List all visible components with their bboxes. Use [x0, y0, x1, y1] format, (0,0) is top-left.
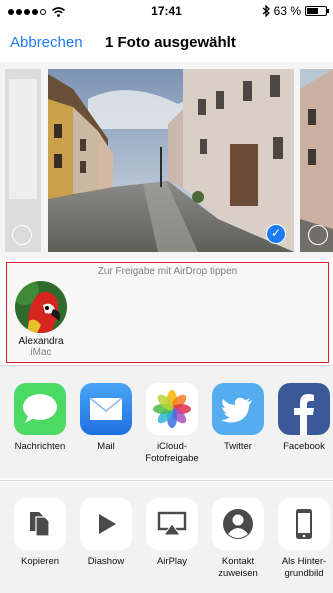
airdrop-hint: Zur Freigabe mit AirDrop tippen	[97, 266, 238, 277]
photo-thumbnail-previous[interactable]	[5, 69, 41, 252]
action-assign-to-contact[interactable]: Kontakt zuweisen	[206, 498, 270, 580]
action-set-as-wallpaper[interactable]: Als Hinter- grundbild	[272, 498, 333, 580]
select-circle[interactable]	[308, 225, 328, 245]
action-slideshow[interactable]: Diashow	[74, 498, 138, 568]
selected-check-icon[interactable]: ✓	[266, 224, 286, 244]
mail-icon	[80, 383, 132, 435]
action-label: Diashow	[87, 556, 125, 567]
contact-icon	[212, 498, 264, 550]
share-app-facebook[interactable]: Facebook	[272, 383, 333, 453]
divider	[0, 480, 333, 481]
photo-strip[interactable]: ✓	[0, 62, 333, 258]
action-label: Als Hinter- grundbild	[281, 556, 327, 579]
street-photo	[48, 69, 294, 252]
airplay-icon	[146, 498, 198, 550]
battery-icon	[305, 6, 329, 16]
messages-icon	[14, 383, 66, 435]
photo-thumbnail-selected[interactable]: ✓	[48, 69, 294, 252]
action-label: Kontakt zuweisen	[218, 556, 258, 579]
navigation-bar: Abbrechen 1 Foto ausgewählt	[0, 26, 333, 62]
page-title: 1 Foto ausgewählt	[105, 34, 236, 51]
share-app-label: Facebook	[283, 441, 325, 452]
status-bar: 17:41 63 %	[0, 0, 333, 22]
action-label: Kopieren	[20, 556, 60, 567]
share-app-mail[interactable]: Mail	[74, 383, 138, 453]
contact-device: iMac	[30, 347, 52, 358]
action-label: AirPlay	[156, 556, 188, 567]
share-app-label: Nachrichten	[14, 441, 66, 452]
select-circle[interactable]	[12, 225, 32, 245]
share-app-twitter[interactable]: Twitter	[206, 383, 270, 453]
share-app-label: Twitter	[224, 441, 252, 452]
contact-name: Alexandra	[18, 336, 64, 347]
airdrop-contact[interactable]: Alexandra iMac	[11, 281, 71, 358]
status-right: 63 %	[262, 4, 329, 18]
share-app-label: iCloud- Fotofreigabe	[145, 441, 199, 464]
photos-icon	[146, 383, 198, 435]
share-app-messages[interactable]: Nachrichten	[8, 383, 72, 453]
play-icon	[80, 498, 132, 550]
airdrop-section: Zur Freigabe mit AirDrop tippen Alexandr…	[6, 262, 329, 363]
action-copy[interactable]: Kopieren	[8, 498, 72, 568]
bluetooth-icon	[262, 5, 270, 17]
phone-icon	[278, 498, 330, 550]
parrot-avatar-icon	[15, 281, 67, 333]
facebook-icon	[278, 383, 330, 435]
actions-row: Kopieren Diashow AirPlay Kontakt zuweise…	[0, 482, 333, 593]
share-app-label: Mail	[97, 441, 115, 452]
photo-thumbnail-next[interactable]	[300, 69, 333, 252]
action-airplay[interactable]: AirPlay	[140, 498, 204, 568]
battery-percent: 63 %	[273, 4, 301, 18]
cancel-button[interactable]: Abbrechen	[10, 34, 83, 51]
copy-icon	[14, 498, 66, 550]
share-app-icloud-photo-sharing[interactable]: iCloud- Fotofreigabe	[140, 383, 204, 465]
twitter-icon	[212, 383, 264, 435]
share-apps-row: Nachrichten Mail iCloud- Fotofreigabe Tw…	[0, 366, 333, 478]
